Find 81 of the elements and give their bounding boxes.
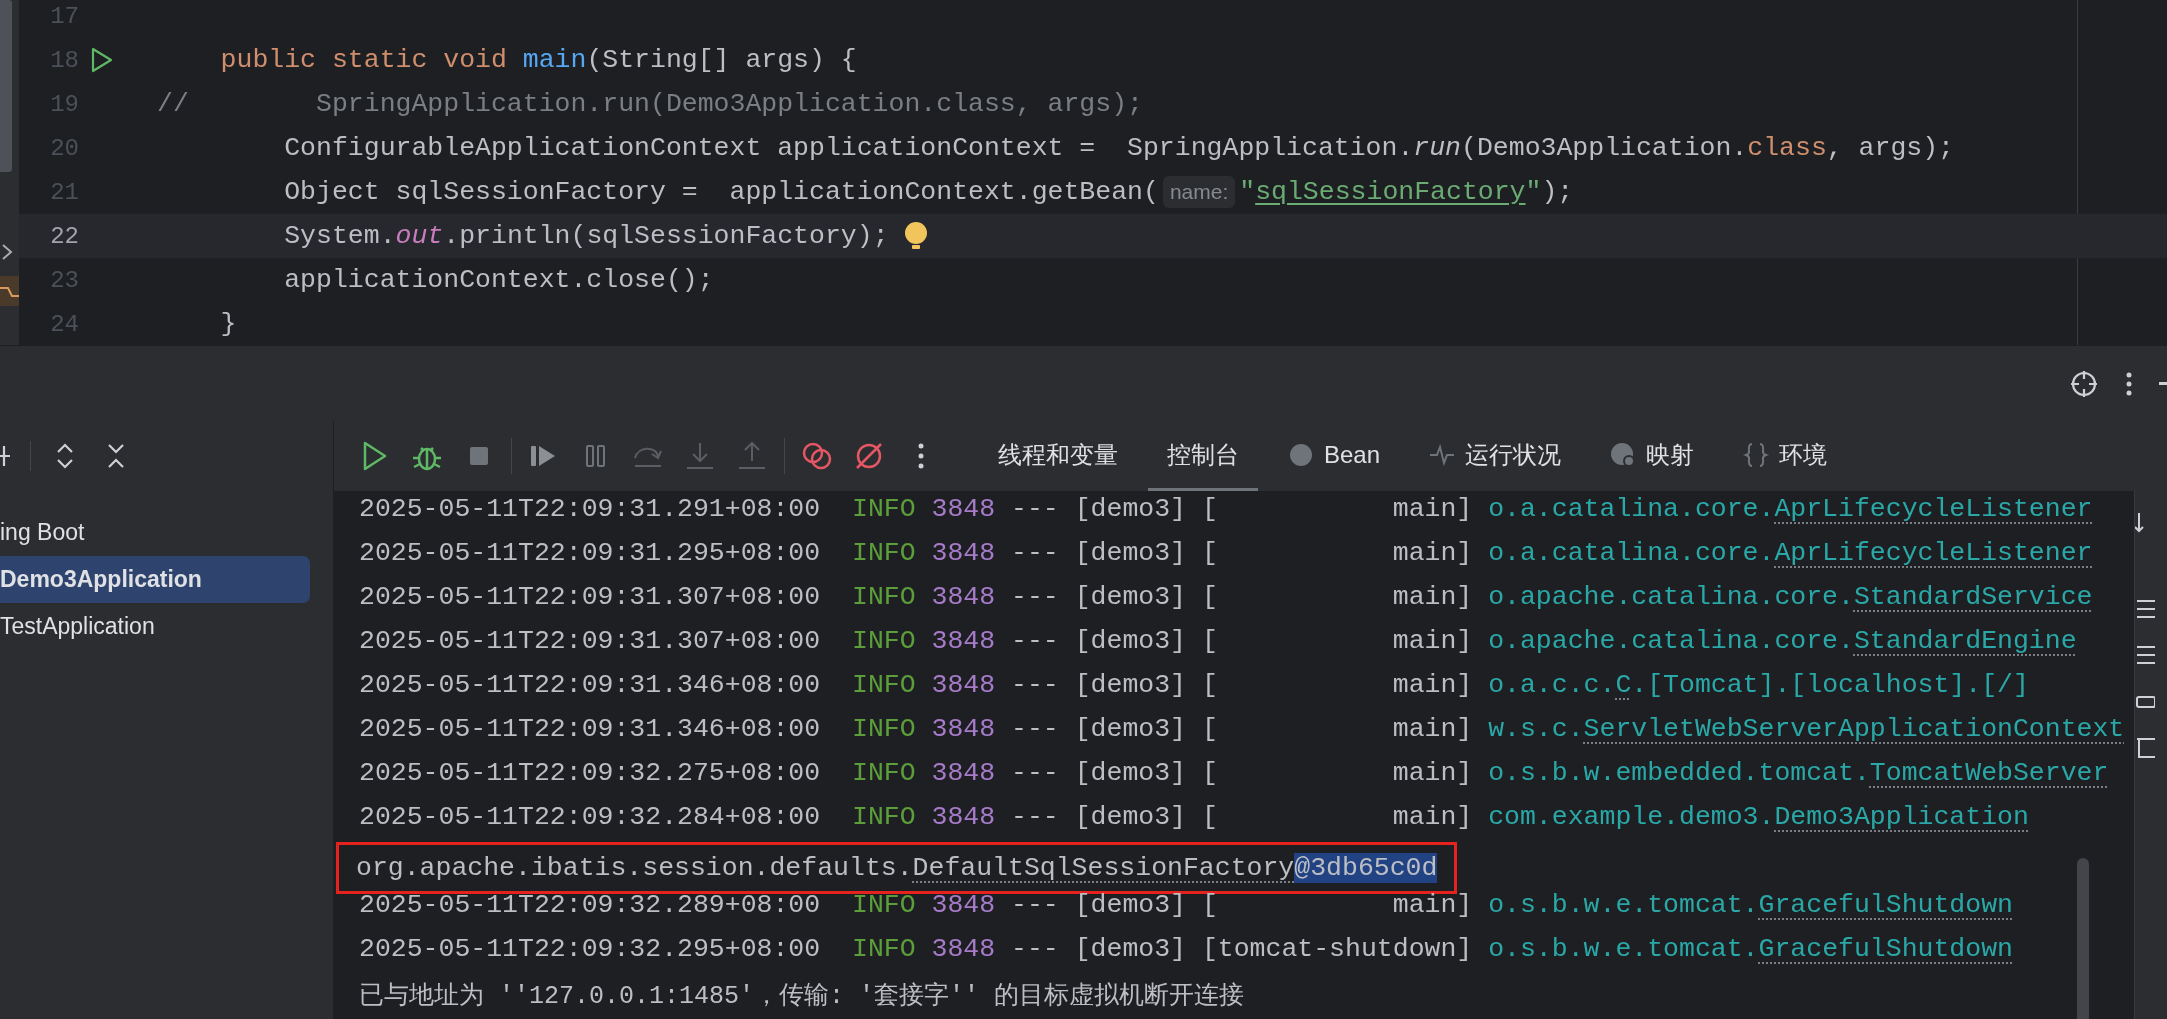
tab[interactable]: 映射 [1591, 421, 1714, 491]
code-line: "sqlSessionFactory"); [1239, 177, 1574, 207]
chevron-right-icon[interactable] [0, 242, 14, 262]
process-id: 3848 [931, 626, 996, 656]
code-line: public static void main(String[] args) { [219, 45, 857, 75]
logger-link[interactable]: o.apache.catalina.core.StandardEngine [1488, 626, 2077, 656]
log-timestamp: 2025-05-11T22:09:32.275+08:00 [359, 758, 821, 788]
run-icon[interactable] [90, 47, 114, 73]
thread-info: --- [demo3] [ main] [1011, 890, 1473, 920]
code-line: } [219, 309, 237, 339]
log-timestamp: 2025-05-11T22:09:32.289+08:00 [359, 890, 821, 920]
disconnect-message: 已与地址为 ''127.0.0.1:1485'，传输: '套接字'' 的目标虚拟机断开连接 [359, 982, 1245, 1011]
code-line: System.out.println(sqlSessionFactory); [283, 221, 889, 251]
tree-item[interactable]: Demo3Application [0, 556, 310, 603]
log-timestamp: 2025-05-11T22:09:31.291+08:00 [359, 494, 821, 524]
scrollbar-thumb[interactable] [0, 0, 12, 172]
logger-link[interactable]: o.s.b.w.embedded.tomcat.TomcatWebServer [1488, 758, 2109, 788]
thread-info: --- [demo3] [ main] [1011, 582, 1473, 612]
thread-info: --- [demo3] [ main] [1011, 758, 1473, 788]
thread-info: --- [demo3] [ main] [1011, 714, 1473, 744]
thread-info: --- [demo3] [tomcat-shutdown] [1011, 934, 1473, 964]
code-line: applicationContext.close(); [283, 265, 714, 295]
log-timestamp: 2025-05-11T22:09:32.295+08:00 [359, 934, 821, 964]
log-timestamp: 2025-05-11T22:09:31.346+08:00 [359, 714, 821, 744]
minimize-icon[interactable] [2159, 381, 2167, 386]
process-id: 3848 [931, 802, 996, 832]
code-line: Object sqlSessionFactory = applicationContext.getBean( [283, 177, 1159, 207]
log-timestamp: 2025-05-11T22:09:31.346+08:00 [359, 670, 821, 700]
wave-icon [0, 276, 19, 306]
thread-info: --- [demo3] [ main] [1011, 538, 1473, 568]
log-level: INFO [852, 714, 916, 744]
lightbulb-icon[interactable] [902, 221, 929, 251]
logger-link[interactable]: o.s.b.w.e.tomcat.GracefulShutdown [1488, 934, 2013, 964]
logger-link[interactable]: o.a.catalina.core.AprLifecycleListener [1488, 538, 2093, 568]
log-timestamp: 2025-05-11T22:09:31.295+08:00 [359, 538, 821, 568]
process-id: 3848 [931, 538, 996, 568]
log-level: INFO [852, 934, 916, 964]
log-level: INFO [852, 626, 916, 656]
log-level: INFO [852, 582, 916, 612]
thread-info: --- [demo3] [ main] [1011, 494, 1473, 524]
process-id: 3848 [931, 494, 996, 524]
process-id: 3848 [931, 758, 996, 788]
tab[interactable]: 运行状况 [1410, 421, 1581, 491]
tab[interactable]: 环境 [1724, 421, 1847, 491]
logger-link[interactable]: o.s.b.w.e.tomcat.GracefulShutdown [1488, 890, 2013, 920]
braces-icon [1743, 441, 1770, 468]
process-id: 3848 [931, 582, 996, 612]
log-level: INFO [852, 670, 916, 700]
log-level: INFO [852, 758, 916, 788]
process-id: 3848 [931, 670, 996, 700]
process-id: 3848 [931, 714, 996, 744]
line-number: 22 [49, 222, 79, 250]
thread-info: --- [demo3] [ main] [1011, 802, 1473, 832]
tree-item[interactable]: ing Boot [0, 509, 310, 556]
target-icon[interactable] [2069, 368, 2099, 399]
log-timestamp: 2025-05-11T22:09:31.307+08:00 [359, 626, 821, 656]
tab[interactable]: Bean [1269, 421, 1400, 491]
log-level: INFO [852, 538, 916, 568]
logger-link[interactable]: o.a.c.c.C.[Tomcat].[localhost].[/] [1488, 670, 2029, 700]
thread-info: --- [demo3] [ main] [1011, 670, 1473, 700]
circle-icon [1288, 441, 1314, 468]
logger-link[interactable]: o.a.catalina.core.AprLifecycleListener [1488, 494, 2093, 524]
parameter-hint: name: [1162, 176, 1236, 208]
process-id: 3848 [931, 934, 996, 964]
more-icon[interactable] [2125, 370, 2133, 397]
code-line: // SpringApplication.run(Demo3Application.class, args); [157, 89, 1143, 119]
log-level: INFO [852, 494, 916, 524]
logger-link[interactable]: com.example.demo3.Demo3Application [1488, 802, 2029, 832]
log-timestamp: 2025-05-11T22:09:31.307+08:00 [359, 582, 821, 612]
tree-item[interactable]: TestApplication [0, 603, 310, 650]
logger-link[interactable]: w.s.c.ServletWebServerApplicationContext [1488, 714, 2125, 744]
lines-icon[interactable] [2135, 643, 2155, 667]
log-level: INFO [852, 802, 916, 832]
log-level: INFO [852, 890, 916, 920]
tab[interactable]: 线程和变量 [979, 421, 1137, 491]
thread-info: --- [demo3] [ main] [1011, 626, 1473, 656]
lines-icon[interactable] [2135, 597, 2155, 621]
logger-link[interactable]: o.apache.catalina.core.StandardService [1488, 582, 2093, 612]
code-line: ConfigurableApplicationContext applicationContext = SpringApplication.run(Demo3Application.class, args); [283, 133, 1955, 163]
process-id: 3848 [931, 890, 996, 920]
log-timestamp: 2025-05-11T22:09:32.284+08:00 [359, 802, 821, 832]
